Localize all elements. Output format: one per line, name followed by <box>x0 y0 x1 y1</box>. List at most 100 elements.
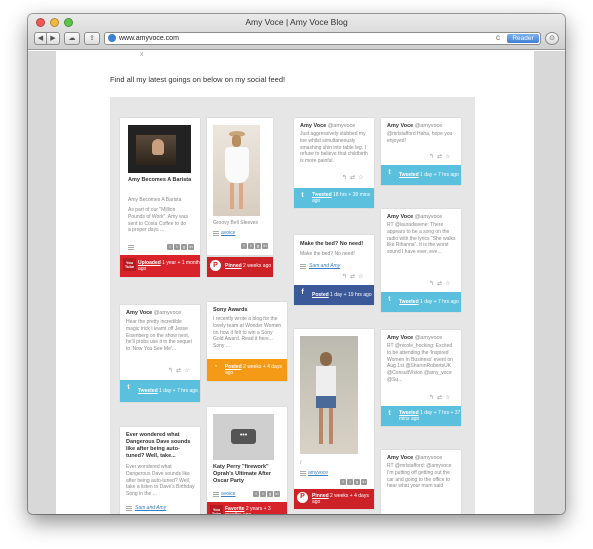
reply-icon[interactable]: ↰ <box>168 367 173 374</box>
feed-card-twitter[interactable]: Amy Voce @amyvoce Hear the pretty incred… <box>120 305 200 402</box>
favorite-icon[interactable]: ☆ <box>445 153 450 160</box>
card-author[interactable]: Sam and Amy <box>135 505 166 512</box>
author-name: Amy Voce <box>387 123 414 129</box>
list-icon <box>213 231 219 236</box>
reply-icon[interactable]: ↰ <box>429 280 434 287</box>
footer-text: Tweeted 18 hrs + 39 mins ago <box>312 192 374 204</box>
rt-prefix: RT <box>387 463 395 469</box>
author-handle[interactable]: @amyvoce <box>415 335 443 341</box>
author-handle[interactable]: @amyvoce <box>415 455 443 461</box>
google-share-icon[interactable]: g <box>354 479 360 485</box>
feed-card-twitter-3[interactable]: Amy Voce @amyvoce @mrlstafford Haha, hop… <box>381 118 461 185</box>
favorite-icon[interactable]: ☆ <box>445 280 450 287</box>
footer-text: Uploaded 1 year + 1 month ago <box>138 260 200 272</box>
tweet-actions: ↰ ⇄ ☆ <box>168 367 189 374</box>
author-name: Amy Voce <box>300 123 327 129</box>
linkedin-share-icon[interactable]: in <box>361 479 367 485</box>
author-handle[interactable]: @amyvoce <box>415 214 443 220</box>
favorite-icon[interactable]: ☆ <box>358 174 363 181</box>
icloud-button[interactable]: ☁ <box>64 31 80 45</box>
feed-card-pinterest-2[interactable]: / amyvoce f t g in P Pinned 2 weeks + 4 … <box>294 329 374 509</box>
feed-card-youtube[interactable]: Amy Becomes A Barista Amy Becomes A Bari… <box>120 118 200 277</box>
reply-icon[interactable]: ↰ <box>429 394 434 401</box>
share-button[interactable]: ⇪ <box>84 31 100 45</box>
window-title: Amy Voce | Amy Voce Blog <box>245 17 348 27</box>
reply-icon[interactable]: ↰ <box>342 273 347 280</box>
video-thumbnail[interactable] <box>128 125 191 173</box>
tweeted-link[interactable]: Tweeted <box>399 299 419 305</box>
pin-image[interactable] <box>300 336 358 454</box>
card-footer: You Tube Uploaded 1 year + 1 month ago <box>120 255 200 277</box>
address-bar[interactable]: www.amyvoce.com c Reader <box>104 31 541 45</box>
pinned-link[interactable]: Pinned <box>225 263 242 269</box>
card-author[interactable]: Sam and Amy <box>309 263 340 270</box>
facebook-share-icon[interactable]: f <box>167 244 173 250</box>
feed-card-twitter-5[interactable]: Amy Voce @amyvoce RT @nicole_hocking: Ex… <box>381 330 461 426</box>
card-author[interactable]: avoice <box>221 491 235 498</box>
linkedin-share-icon[interactable]: in <box>188 244 194 250</box>
twitter-bird-icon: t <box>388 169 391 177</box>
author-handle[interactable]: @amyvoce <box>154 310 182 316</box>
feed-card-facebook-2[interactable]: Make the bed? No need! Make the bed? No … <box>294 235 374 305</box>
mention-link[interactable]: @mrlstafford <box>387 131 416 137</box>
share-icon: ⇪ <box>89 35 95 42</box>
back-button[interactable]: ◀ <box>34 31 47 45</box>
feed-card-pinterest[interactable]: Groovy Bell Sleeves avoice f t g in <box>207 118 273 255</box>
author-handle[interactable]: @amyvoce <box>328 123 356 129</box>
facebook-share-icon[interactable]: f <box>253 491 259 497</box>
author-name: Amy Voce <box>387 455 414 461</box>
reply-icon[interactable]: ↰ <box>429 153 434 160</box>
feed-card-facebook[interactable]: Ever wondered what Dangerous Dave sounds… <box>120 427 200 514</box>
favorite-icon[interactable]: ☆ <box>184 367 189 374</box>
list-icon <box>300 471 306 476</box>
mention-link[interactable]: @lauradavene <box>395 222 428 228</box>
retweet-icon[interactable]: ⇄ <box>350 273 355 280</box>
card-text: Make the bed? No need! <box>300 251 355 257</box>
twitter-share-icon[interactable]: t <box>174 244 180 250</box>
favorite-icon[interactable]: ☆ <box>445 394 450 401</box>
facebook-share-icon[interactable]: f <box>241 243 247 249</box>
feed-card-twitter-2[interactable]: Amy Voce @amyvoce Just aggressively stub… <box>294 118 374 208</box>
feed-card-twitter-4[interactable]: Amy Voce @amyvoce RT @lauradavene: There… <box>381 209 461 312</box>
tweeted-link[interactable]: Tweeted <box>399 172 419 178</box>
google-share-icon[interactable]: g <box>255 243 261 249</box>
retweet-icon[interactable]: ⇄ <box>176 367 181 374</box>
social-feed: Amy Becomes A Barista Amy Becomes A Bari… <box>110 97 475 514</box>
tweeted-link[interactable]: Tweeted <box>138 388 158 394</box>
downloads-button[interactable]: ⊙ <box>545 31 559 45</box>
reload-icon[interactable]: c <box>496 33 500 42</box>
pin-author[interactable]: amyvoce <box>308 470 328 477</box>
retweet-icon[interactable]: ⇄ <box>437 280 442 287</box>
twitter-share-icon[interactable]: t <box>260 491 266 497</box>
reply-icon[interactable]: ↰ <box>342 174 347 181</box>
google-share-icon[interactable]: g <box>267 491 273 497</box>
linkedin-share-icon[interactable]: in <box>262 243 268 249</box>
reader-button[interactable]: Reader <box>507 33 539 43</box>
mention-link[interactable]: @mrlstafford <box>395 463 424 469</box>
feed-card-youtube-2[interactable]: ••• Katy Perry "firework" Oprah's Ultima… <box>207 407 287 514</box>
facebook-share-icon[interactable]: f <box>340 479 346 485</box>
feed-card-twitter-6[interactable]: Amy Voce @amyvoce RT @mrlstafford: @amyv… <box>381 450 461 514</box>
mention-link-2[interactable]: @amyvoce <box>426 463 451 469</box>
author-handle[interactable]: @amyvoce <box>415 123 443 129</box>
retweet-icon[interactable]: ⇄ <box>350 174 355 181</box>
mention-link[interactable]: @nicole_hocking <box>395 343 433 349</box>
favorite-icon[interactable]: ☆ <box>358 273 363 280</box>
pin-author[interactable]: avoice <box>221 230 235 237</box>
close-icon[interactable]: x <box>140 51 144 58</box>
footer-text: Posted 1 day + 19 hrs ago <box>312 292 372 298</box>
pin-image[interactable] <box>213 125 260 216</box>
pinterest-icon: P <box>297 492 308 503</box>
tweet-text: RT @mrlstafford: @amyvoce I'm putting of… <box>387 463 457 490</box>
posted-link[interactable]: Posted <box>312 292 329 298</box>
video-thumbnail[interactable]: ••• <box>213 414 274 460</box>
forward-button[interactable]: ▶ <box>47 31 60 45</box>
google-share-icon[interactable]: g <box>181 244 187 250</box>
retweet-icon[interactable]: ⇄ <box>437 394 442 401</box>
feed-card-blog[interactable]: Sony Awards I recently wrote a blog for … <box>207 302 287 381</box>
twitter-share-icon[interactable]: t <box>248 243 254 249</box>
twitter-share-icon[interactable]: t <box>347 479 353 485</box>
footer-text: Tweeted 1 day + 7 hrs ago <box>399 299 459 305</box>
linkedin-share-icon[interactable]: in <box>274 491 280 497</box>
retweet-icon[interactable]: ⇄ <box>437 153 442 160</box>
